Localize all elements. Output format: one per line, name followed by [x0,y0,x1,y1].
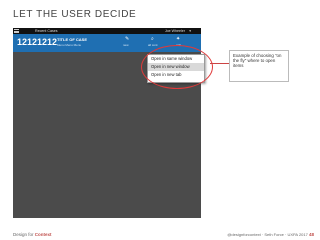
menu-icon[interactable] [14,29,19,33]
new-label[interactable]: new [123,43,129,47]
footer-brand: Design for Context [13,232,52,237]
footer-brand-prefix: Design for [13,232,35,237]
page-number: 48 [308,232,314,237]
case-title: TITLE OF CASE [57,37,87,42]
callout-note: Example of choosing "on the fly" where t… [229,50,289,82]
footer-brand-accent: Context [34,232,52,237]
case-menu-links[interactable]: Menu Menu Menu [57,43,81,47]
search-label[interactable]: all cont [148,43,158,47]
slide-title: LET THE USER DECIDE [13,9,137,20]
case-number: 12121212 [17,37,58,47]
wiki-icon[interactable]: ✦ [176,37,180,42]
new-icon[interactable]: ✎ [125,37,129,42]
footer-credit-text: @designforcontext · Seth Force · UXPA 20… [227,232,308,237]
highlight-circle [141,45,213,89]
callout-connector [210,63,229,64]
search-icon[interactable]: ⌕ [151,37,154,42]
footer-credits: @designforcontext · Seth Force · UXPA 20… [227,232,314,237]
